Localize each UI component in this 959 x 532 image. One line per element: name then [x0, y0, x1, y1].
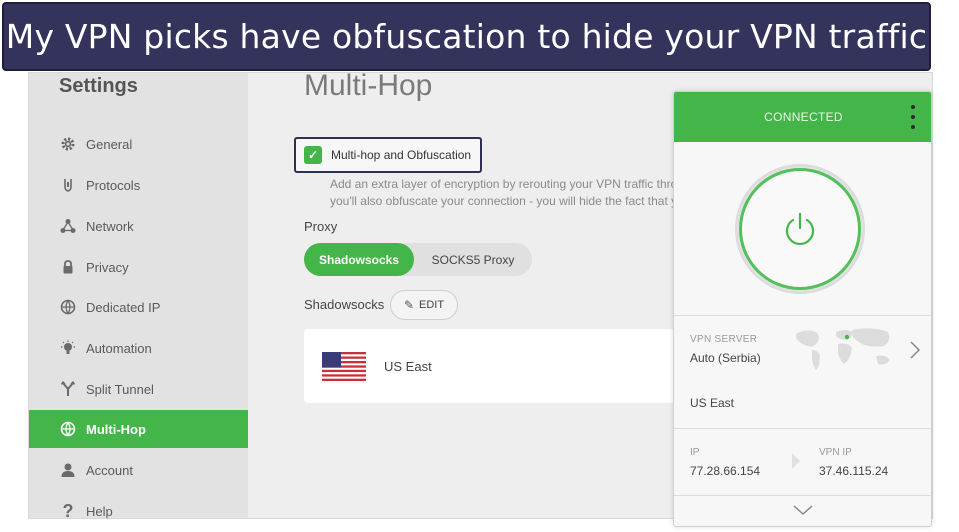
vpn-server-selector[interactable]: VPN SERVER Auto (Serbia) US East — [674, 316, 931, 428]
divider — [674, 495, 931, 496]
vpn-status-window: CONNECTED VPN SERVER Auto (Serbia) US Ea… — [673, 91, 932, 527]
connection-status: CONNECTED — [764, 110, 843, 124]
ip-value: 77.28.66.154 — [690, 464, 761, 478]
pencil-icon: ✎ — [403, 298, 414, 312]
shadowsocks-server-card[interactable]: US East — [304, 329, 704, 403]
lock-icon — [59, 258, 77, 276]
sidebar-item-split-tunnel[interactable]: Split Tunnel — [29, 370, 248, 408]
ip-label: IP — [690, 447, 700, 458]
multihop-obfuscation-checkbox[interactable]: ✓ Multi-hop and Obfuscation — [294, 137, 482, 173]
split-tunnel-icon — [59, 380, 77, 398]
vpn-server-value: Auto (Serbia) — [690, 351, 761, 365]
caption-text: My VPN picks have obfuscation to hide yo… — [5, 17, 928, 56]
description-line: Add an extra layer of encryption by rero… — [330, 177, 678, 191]
screenshot-root: My VPN picks have obfuscation to hide yo… — [0, 0, 959, 532]
chevron-right-icon — [910, 341, 921, 359]
sidebar-item-help[interactable]: ? Help — [29, 492, 248, 519]
power-button[interactable] — [739, 168, 861, 290]
sidebar-item-label: Protocols — [86, 177, 141, 193]
power-icon — [785, 212, 815, 245]
shadowsocks-label: Shadowsocks — [304, 297, 385, 312]
sidebar-item-network[interactable]: Network — [29, 207, 248, 245]
multihop-label: Multi-hop and Obfuscation — [331, 148, 472, 162]
sidebar-item-privacy[interactable]: Privacy — [29, 248, 248, 286]
chevron-down-icon[interactable] — [792, 503, 814, 517]
multihop-description: Add an extra layer of encryption by rero… — [330, 176, 677, 210]
edit-button[interactable]: ✎ EDIT — [390, 290, 458, 320]
vpn-ip-value: 37.46.115.24 — [819, 464, 889, 478]
sidebar-item-label: Split Tunnel — [86, 381, 154, 397]
gear-icon — [59, 135, 77, 153]
dedicated-ip-icon — [59, 298, 77, 316]
power-button-ring — [735, 164, 865, 294]
us-flag-icon — [322, 351, 366, 381]
user-icon — [59, 461, 77, 479]
proxy-option-shadowsocks[interactable]: Shadowsocks — [304, 243, 414, 276]
connection-header: CONNECTED — [674, 92, 931, 142]
help-icon: ? — [62, 500, 74, 519]
proxy-toggle: Shadowsocks SOCKS5 Proxy — [304, 243, 532, 276]
sidebar-item-label: Network — [86, 218, 134, 234]
arrow-right-icon — [792, 453, 800, 469]
vpn-ip-label: VPN IP — [819, 447, 852, 458]
sidebar-item-label: Multi-Hop — [86, 421, 146, 437]
globe-icon — [59, 420, 77, 438]
sidebar-item-label: Help — [86, 503, 113, 519]
proxy-label: Proxy — [304, 219, 338, 234]
sidebar-item-multi-hop[interactable]: Multi-Hop — [29, 410, 248, 448]
automation-icon — [59, 339, 77, 357]
sidebar-item-automation[interactable]: Automation — [29, 329, 248, 367]
sidebar-item-account[interactable]: Account — [29, 451, 248, 489]
sidebar-title: Settings — [59, 75, 138, 97]
sidebar-item-dedicated-ip[interactable]: Dedicated IP — [29, 288, 248, 326]
proxy-option-socks5[interactable]: SOCKS5 Proxy — [414, 243, 532, 276]
via-server-value: US East — [690, 396, 735, 410]
protocols-icon — [59, 176, 77, 194]
sidebar-item-label: General — [86, 136, 133, 152]
sidebar-item-label: Privacy — [86, 259, 129, 275]
sidebar-item-label: Automation — [86, 340, 152, 356]
vpn-server-label: VPN SERVER — [690, 334, 758, 345]
edit-button-label: EDIT — [419, 299, 445, 311]
sidebar-item-protocols[interactable]: Protocols — [29, 166, 248, 204]
ip-info: IP 77.28.66.154 VPN IP 37.46.115.24 — [674, 429, 931, 495]
more-menu-icon[interactable] — [909, 105, 917, 129]
server-name: US East — [384, 358, 432, 374]
caption-banner: My VPN picks have obfuscation to hide yo… — [2, 2, 931, 71]
network-icon — [59, 217, 77, 235]
world-map-icon — [796, 328, 890, 370]
sidebar-item-label: Account — [86, 462, 133, 478]
description-line: you'll also obfuscate your connection - … — [330, 194, 678, 208]
checkmark-icon: ✓ — [304, 146, 322, 164]
sidebar-item-general[interactable]: General — [29, 125, 248, 163]
settings-sidebar: Settings General Protocols Network Priva… — [29, 73, 248, 519]
sidebar-item-label: Dedicated IP — [86, 299, 161, 315]
page-title: Multi-Hop — [304, 72, 433, 102]
